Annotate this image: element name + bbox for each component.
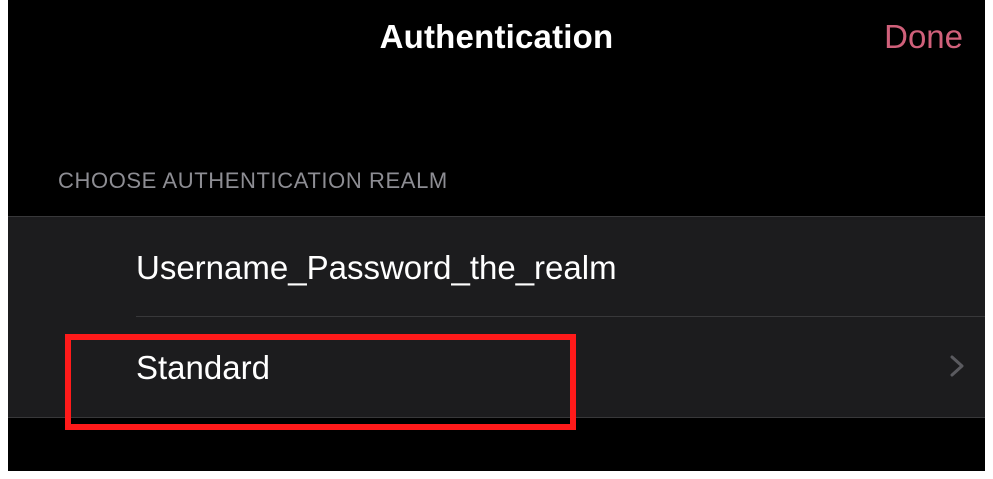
realm-list: Username_Password_the_realm Standard <box>8 216 985 418</box>
done-button[interactable]: Done <box>884 18 963 56</box>
realm-label: Username_Password_the_realm <box>136 249 617 286</box>
realm-row-standard[interactable]: Standard <box>8 317 985 416</box>
screen: Authentication Done CHOOSE AUTHENTICATIO… <box>0 0 993 479</box>
chevron-right-icon <box>950 355 964 377</box>
navigation-bar: Authentication Done <box>8 0 985 88</box>
realm-row-username-password[interactable]: Username_Password_the_realm <box>8 217 985 317</box>
page-title: Authentication <box>379 18 614 55</box>
section-header: CHOOSE AUTHENTICATION REALM <box>58 168 448 193</box>
realm-label: Standard <box>136 349 270 386</box>
